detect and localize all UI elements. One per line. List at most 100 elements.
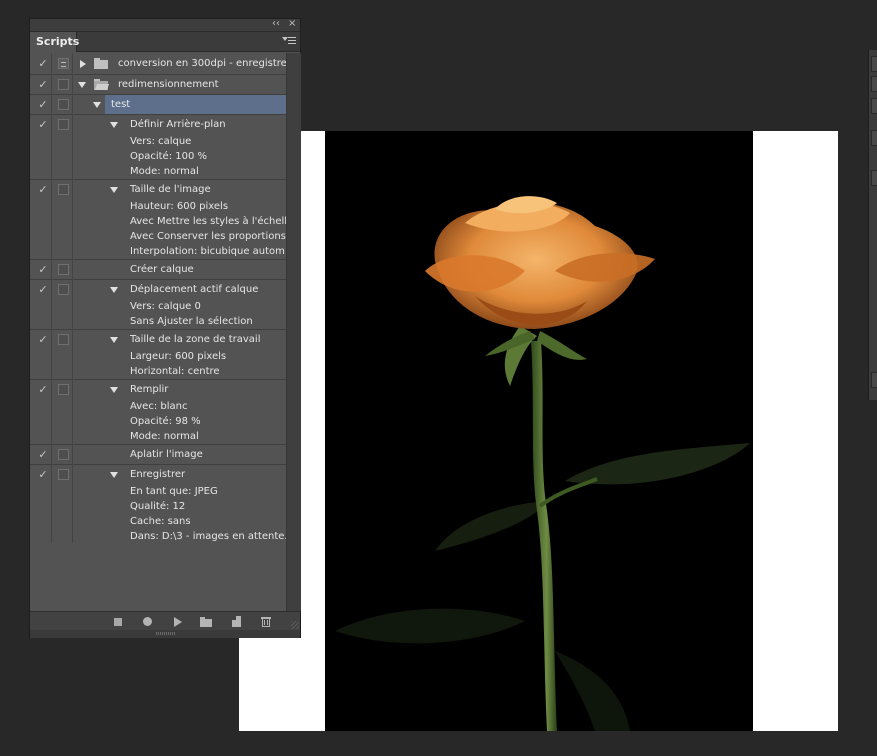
checkmark-icon[interactable]: ✓ [37,380,49,400]
column-divider [72,53,73,543]
step-parameter-row[interactable]: Mode: normal [30,429,286,444]
action-step-row[interactable]: ✓ Taille de l'image [30,179,286,199]
dock-button[interactable] [871,372,877,388]
checkmark-icon[interactable]: ✓ [37,280,49,300]
record-icon[interactable] [141,615,155,628]
collapsed-panel-dock[interactable] [868,50,877,400]
row-label: redimensionnement [118,79,219,90]
step-parameter-row[interactable]: Vers: calque [30,134,286,149]
panel-menu-icon[interactable] [282,35,296,48]
disclosure-down-icon[interactable] [110,472,118,478]
dialog-toggle[interactable] [58,79,69,90]
action-step-row[interactable]: ✓ Définir Arrière-plan [30,114,286,134]
dialog-toggle[interactable] [58,334,69,345]
actions-toolbar [30,611,300,630]
dock-button[interactable] [871,130,877,146]
play-icon[interactable] [170,615,184,628]
action-step-row[interactable]: ✓ Enregistrer [30,464,286,484]
actions-list[interactable]: ✓ conversion en 300dpi - enregistre... ✓ re… [30,53,296,544]
checkmark-icon[interactable]: ✓ [37,260,49,280]
row-label: En tant que: JPEG [130,486,218,497]
row-label: Enregistrer [130,469,186,480]
row-label: Largeur: 600 pixels [130,351,227,362]
dialog-toggle[interactable] [58,264,69,275]
row-label: Avec Mettre les styles à l'échelle [130,216,294,227]
new-set-folder-icon[interactable] [199,615,213,628]
actions-list-empty-area[interactable] [30,543,286,611]
dialog-toggle[interactable] [58,449,69,460]
close-icon[interactable]: × [288,17,296,31]
step-parameter-row[interactable]: Avec: blanc [30,399,286,414]
dock-button[interactable] [871,76,877,92]
disclosure-down-icon[interactable] [78,82,86,88]
step-parameter-row[interactable]: Horizontal: centre [30,364,286,379]
dialog-toggle[interactable] [58,184,69,195]
dock-button[interactable] [871,170,877,186]
rose-photo[interactable] [325,131,753,731]
step-parameter-row[interactable]: Avec Mettre les styles à l'échelle [30,214,293,229]
disclosure-down-icon[interactable] [110,187,118,193]
row-label: conversion en 300dpi - enregistre... [118,58,297,69]
scrollbar[interactable] [286,53,301,611]
action-step-row[interactable]: ✓ Créer calque [30,259,286,279]
checkmark-icon[interactable]: ✓ [37,465,49,485]
step-parameter-row[interactable]: Interpolation: bicubique autom... [30,244,294,259]
action-row[interactable]: ✓ test [30,94,286,115]
step-parameter-row[interactable]: Hauteur: 600 pixels [30,199,286,214]
step-parameter-row[interactable]: Vers: calque 0 [30,299,286,314]
checkmark-icon[interactable]: ✓ [37,115,49,135]
new-action-icon[interactable] [229,615,243,628]
action-step-row[interactable]: ✓ Aplatir l'image [30,444,286,464]
row-label: Cache: sans [130,516,191,527]
dialog-toggle[interactable] [58,469,69,480]
step-parameter-row[interactable]: Cache: sans [30,514,286,529]
collapse-panel-icon[interactable]: ‹‹ [272,17,280,31]
action-step-row[interactable]: ✓ Taille de la zone de travail [30,329,286,349]
row-label: Avec: blanc [130,401,188,412]
checkmark-icon[interactable]: ✓ [37,180,49,200]
action-set-row[interactable]: ✓ redimensionnement [30,74,286,94]
checkmark-icon[interactable]: ✓ [37,75,49,95]
step-parameter-row[interactable]: Largeur: 600 pixels [30,349,286,364]
row-label: Remplir [130,384,169,395]
folder-icon [94,58,108,69]
dialog-toggle[interactable] [58,384,69,395]
step-parameter-row[interactable]: Mode: normal [30,164,286,179]
step-parameter-row[interactable]: En tant que: JPEG [30,484,286,499]
dock-button[interactable] [871,56,877,72]
disclosure-down-icon[interactable] [110,122,118,128]
checkmark-icon[interactable]: ✓ [37,95,49,115]
disclosure-down-icon[interactable] [110,287,118,293]
action-step-row[interactable]: ✓ Remplir [30,379,286,399]
action-set-row[interactable]: ✓ conversion en 300dpi - enregistre... [30,54,296,74]
disclosure-right-icon[interactable] [80,60,86,68]
trash-icon[interactable] [259,615,273,628]
step-parameter-row[interactable]: Dans: D:\3 - images en attente... [30,529,294,544]
checkmark-icon[interactable]: ✓ [37,445,49,465]
resize-grip[interactable] [291,621,299,629]
dialog-toggle[interactable] [58,119,69,130]
row-label: Hauteur: 600 pixels [130,201,229,212]
folder-open-icon [94,79,110,90]
checkmark-icon[interactable]: ✓ [37,54,49,74]
step-parameter-row[interactable]: Qualité: 12 [30,499,286,514]
panel-footer[interactable] [30,630,300,638]
checkmark-icon[interactable]: ✓ [37,330,49,350]
dialog-toggle[interactable] [58,58,69,69]
actions-panel: ‹‹ × Scripts ✓ conversion en 300dpi - enr… [29,18,301,638]
stop-icon[interactable] [111,615,125,628]
dialog-toggle[interactable] [58,284,69,295]
step-parameter-row[interactable]: Opacité: 98 % [30,414,286,429]
action-step-row[interactable]: ✓ Déplacement actif calque [30,279,286,299]
disclosure-down-icon[interactable] [93,102,101,108]
panel-title-bar[interactable]: ‹‹ × [30,17,300,32]
step-parameter-row[interactable]: Opacité: 100 % [30,149,286,164]
row-label: Vers: calque 0 [130,301,201,312]
step-parameter-row[interactable]: Sans Ajuster la sélection [30,314,286,329]
step-parameter-row[interactable]: Avec Conserver les proportions [30,229,286,244]
disclosure-down-icon[interactable] [110,387,118,393]
tab-scripts[interactable]: Scripts [30,32,79,52]
dialog-toggle[interactable] [58,99,69,110]
dock-button[interactable] [871,98,877,114]
disclosure-down-icon[interactable] [110,337,118,343]
